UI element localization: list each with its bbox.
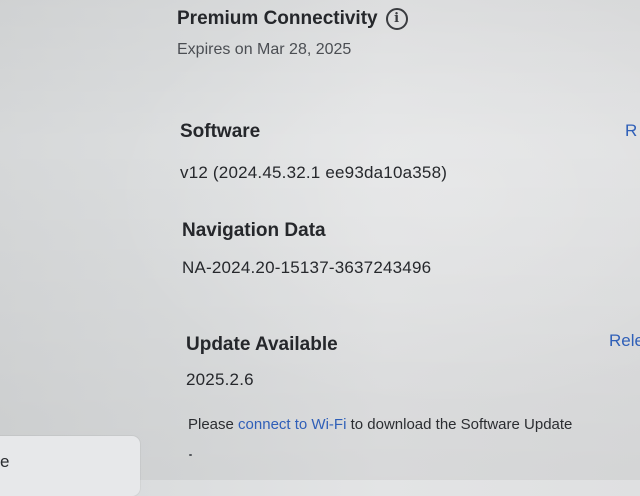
wifi-note-prefix: Please — [188, 416, 239, 433]
software-version: v12 (2024.45.32.1 ee93da10a358) — [180, 163, 448, 182]
update-release-notes-link[interactable]: Rele — [609, 331, 640, 351]
sidebar-menu-item-label: e — [0, 452, 10, 471]
software-section: Software v12 (2024.45.32.1 ee93da10a358) — [180, 121, 447, 183]
info-icon[interactable]: i — [385, 8, 408, 30]
update-available-title: Update Available — [186, 334, 338, 355]
navigation-data-version: NA-2024.20-15137-3637243496 — [182, 258, 432, 277]
premium-connectivity-section: Premium Connectivity i Expires on Mar 28,… — [177, 8, 408, 59]
update-available-section: Update Available 2025.2.6 — [186, 334, 338, 390]
sidebar-menu-item[interactable]: e — [0, 436, 140, 496]
progress-dot — [189, 454, 192, 456]
premium-connectivity-title: Premium Connectivity i — [177, 8, 408, 30]
premium-connectivity-label: Premium Connectivity — [177, 8, 378, 29]
connect-wifi-link[interactable]: connect to Wi-Fi — [238, 416, 346, 433]
update-version: 2025.2.6 — [186, 370, 254, 389]
premium-expiry-text: Expires on Mar 28, 2025 — [177, 41, 352, 58]
software-title: Software — [180, 121, 261, 142]
navigation-data-section: Navigation Data NA-2024.20-15137-3637243… — [182, 220, 431, 278]
software-release-notes-link[interactable]: R — [625, 121, 637, 141]
wifi-note-suffix: to download the Software Update — [346, 416, 573, 433]
navigation-data-title: Navigation Data — [182, 220, 326, 241]
wifi-download-note: Please connect to Wi-Fi to download the … — [188, 416, 572, 433]
